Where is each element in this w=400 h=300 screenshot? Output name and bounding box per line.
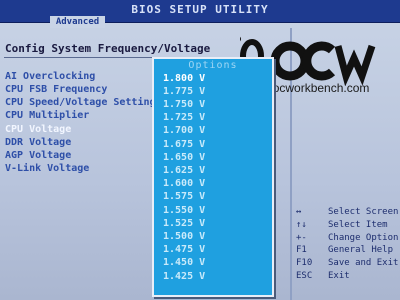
menu-item-cpu-voltage[interactable]: CPU Voltage <box>5 124 71 135</box>
options-popup: Options 1.800 V 1.775 V 1.750 V 1.725 V … <box>152 57 274 297</box>
option-1-550-v[interactable]: 1.550 V <box>163 205 205 216</box>
menu-item-v-link-voltage[interactable]: V-Link Voltage <box>5 163 89 174</box>
bios-screen: BIOS SETUP UTILITY Advanced Config Syste… <box>0 0 400 300</box>
option-1-675-v[interactable]: 1.675 V <box>163 139 205 150</box>
help-exit: Exit <box>328 271 350 281</box>
option-1-575-v[interactable]: 1.575 V <box>163 191 205 202</box>
option-1-500-v[interactable]: 1.500 V <box>163 231 205 242</box>
menu-item-cpu-fsb-frequency[interactable]: CPU FSB Frequency <box>5 84 107 95</box>
option-1-425-v[interactable]: 1.425 V <box>163 271 205 282</box>
help-general-help: General Help <box>328 245 394 255</box>
tab-advanced[interactable]: Advanced <box>50 16 105 28</box>
up-down-arrows-icon: ↑↓ <box>296 220 307 230</box>
help-change-option: Change Option <box>328 233 399 243</box>
option-1-450-v[interactable]: 1.450 V <box>163 257 205 268</box>
menu-item-cpu-multiplier[interactable]: CPU Multiplier <box>5 110 89 121</box>
menu-item-ai-overclocking[interactable]: AI Overclocking <box>5 71 95 82</box>
left-right-arrows-icon: ↔ <box>296 207 302 217</box>
heading-divider <box>4 57 159 58</box>
menu-item-ddr-voltage[interactable]: DDR Voltage <box>5 137 71 148</box>
menu-item-agp-voltage[interactable]: AGP Voltage <box>5 150 71 161</box>
help-panel: ↔ Select Screen ↑↓ Select Item +- Change… <box>292 205 400 295</box>
menu-item-cpu-speed-voltage-setting[interactable]: CPU Speed/Voltage Setting <box>5 97 156 108</box>
bios-title: BIOS SETUP UTILITY <box>131 3 269 16</box>
help-save-and-exit: Save and Exit <box>328 258 399 268</box>
help-key-f1: F1 <box>296 245 307 255</box>
option-1-750-v[interactable]: 1.750 V <box>163 99 205 110</box>
help-select-item: Select Item <box>328 220 388 230</box>
option-1-525-v[interactable]: 1.525 V <box>163 218 205 229</box>
help-select-screen: Select Screen <box>328 207 399 217</box>
help-key-f10: F10 <box>296 258 313 268</box>
help-key-esc: ESC <box>296 271 313 281</box>
help-key-plus-minus: +- <box>296 233 307 243</box>
option-1-775-v[interactable]: 1.775 V <box>163 86 205 97</box>
option-1-650-v[interactable]: 1.650 V <box>163 152 205 163</box>
section-title: Config System Frequency/Voltage <box>5 42 211 55</box>
option-1-625-v[interactable]: 1.625 V <box>163 165 205 176</box>
options-title: Options <box>188 60 238 71</box>
option-1-475-v[interactable]: 1.475 V <box>163 244 205 255</box>
option-1-700-v[interactable]: 1.700 V <box>163 125 205 136</box>
option-1-800-v[interactable]: 1.800 V <box>163 73 205 84</box>
option-1-600-v[interactable]: 1.600 V <box>163 178 205 189</box>
option-1-725-v[interactable]: 1.725 V <box>163 112 205 123</box>
